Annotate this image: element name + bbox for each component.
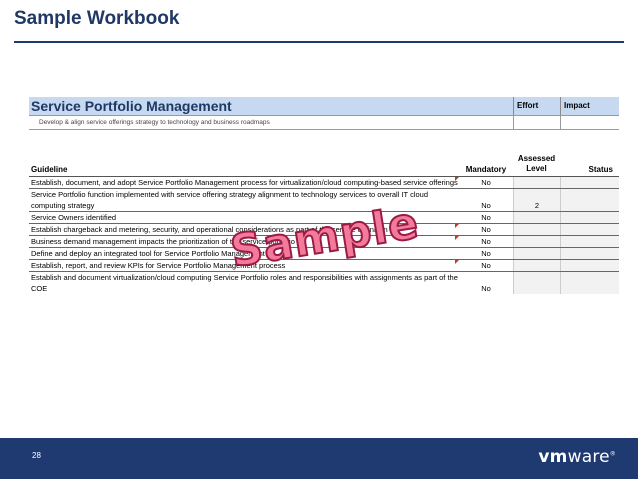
section-subtitle: Develop & align service offerings strate… [39,119,270,126]
section-header-row: Service Portfolio Management Effort Impa… [29,97,619,115]
comment-marker[interactable] [455,177,459,181]
footer-bar: 28 vmware® [0,438,638,479]
slide-title: Sample Workbook [14,8,180,29]
registered-mark: ® [609,450,616,458]
assessed-level-cell[interactable] [513,224,560,235]
mandatory-value: No [481,213,491,222]
mandatory-value: No [481,237,491,246]
mandatory-cell[interactable]: No [459,189,513,211]
mandatory-value: No [481,178,491,187]
assessed-level-cell[interactable] [513,260,560,271]
status-column-header: Status [588,165,613,174]
section-subtitle-row: Develop & align service offerings strate… [29,115,619,130]
impact-header: Impact [560,97,619,115]
assessed-level-cell[interactable]: 2 [513,189,560,211]
mandatory-cell[interactable]: No [459,212,513,223]
vmware-logo: vmware® [538,447,616,467]
logo-suffix: ware [567,447,610,467]
comment-marker[interactable] [455,236,459,240]
assessed-level-cell[interactable] [513,272,560,294]
status-cell[interactable] [560,212,619,223]
status-cell[interactable] [560,272,619,294]
assessed-level-cell[interactable] [513,248,560,259]
status-cell[interactable] [560,260,619,271]
table-row: Establish and document virtualization/cl… [29,272,619,294]
section-title: Service Portfolio Management [29,97,513,115]
level-label: Level [526,164,547,173]
assessed-level-cell[interactable] [513,236,560,247]
mandatory-column-header: Mandatory [465,165,507,174]
assessed-label: Assessed [517,154,556,163]
status-cell[interactable] [560,248,619,259]
assessed-level-cell[interactable] [513,212,560,223]
mandatory-value: No [481,261,491,270]
workbook-sheet: Service Portfolio Management Effort Impa… [29,97,619,294]
mandatory-value: No [481,225,491,234]
effort-header: Effort [513,97,560,115]
impact-cell[interactable] [560,116,619,129]
mandatory-cell[interactable]: No [455,260,513,271]
guideline-column-header: Guideline [31,165,68,174]
mandatory-cell[interactable]: No [455,236,513,247]
status-cell[interactable] [560,224,619,235]
comment-marker[interactable] [455,224,459,228]
assessed-level-column-header: Assessed Level [513,150,560,176]
title-divider [14,41,624,43]
mandatory-cell[interactable]: No [459,272,513,294]
page-number: 28 [32,451,41,460]
status-cell[interactable] [560,236,619,247]
mandatory-cell[interactable]: No [455,177,513,188]
mandatory-value: No [481,284,491,293]
guideline-cell[interactable]: Establish, document, and adopt Service P… [29,177,459,188]
status-cell[interactable] [560,177,619,188]
effort-cell[interactable] [513,116,560,129]
logo-prefix: vm [538,447,568,467]
mandatory-value: No [481,249,491,258]
mandatory-value: No [481,201,491,210]
spacer-row [29,130,619,150]
comment-marker[interactable] [455,260,459,264]
status-cell[interactable] [560,189,619,211]
table-row: Establish, document, and adopt Service P… [29,177,619,189]
mandatory-cell[interactable]: No [455,224,513,235]
column-header-row: Guideline Mandatory Assessed Level Statu… [29,150,619,177]
assessed-level-cell[interactable] [513,177,560,188]
table-row: Service Portfolio function implemented w… [29,189,619,212]
mandatory-cell[interactable]: No [459,248,513,259]
